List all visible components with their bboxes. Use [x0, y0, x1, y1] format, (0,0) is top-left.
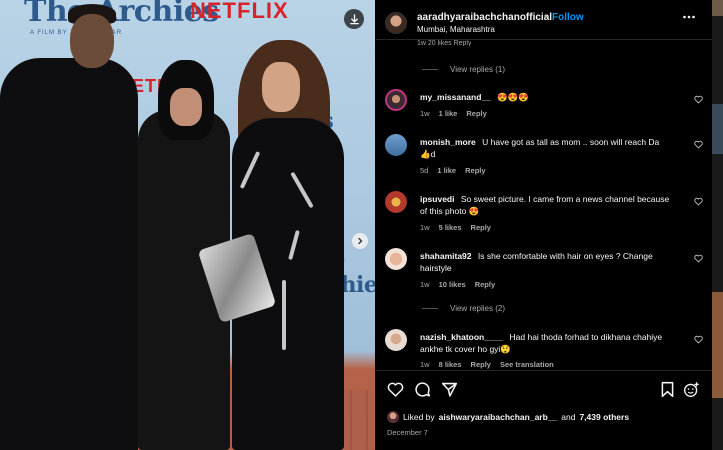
- liked-by-and: and: [561, 412, 576, 422]
- heart-icon: [387, 382, 403, 397]
- comment-like-button[interactable]: [694, 254, 703, 265]
- comment-likes[interactable]: 10 likes: [439, 280, 466, 289]
- person-middle-face: [170, 88, 202, 126]
- post-date[interactable]: December 7: [387, 428, 428, 437]
- backdrop-brand: NETFLIX: [190, 0, 289, 23]
- heart-icon: [694, 254, 703, 263]
- send-icon: [441, 382, 457, 397]
- comment-likes[interactable]: 1 like: [437, 166, 456, 175]
- bookmark-icon: [661, 381, 673, 397]
- comment-time[interactable]: 1w: [420, 280, 430, 289]
- comment-like-button[interactable]: [694, 95, 703, 106]
- comment-time[interactable]: 5d: [420, 166, 428, 175]
- comment-time[interactable]: 1w: [420, 109, 430, 118]
- person-right-face: [262, 62, 300, 112]
- comment-likes[interactable]: 5 likes: [439, 223, 462, 232]
- comment-like-button[interactable]: [694, 335, 703, 346]
- view-replies-button[interactable]: View replies (1): [422, 65, 505, 74]
- liked-by-user[interactable]: aishwaryaraibachchan_arb__: [439, 412, 558, 422]
- save-button[interactable]: [658, 380, 676, 398]
- next-post-preview[interactable]: [712, 0, 723, 450]
- comment-like-button[interactable]: [694, 140, 703, 151]
- download-icon: [349, 13, 359, 24]
- comment-username[interactable]: ipsuvedi: [420, 194, 454, 204]
- comment-icon: [414, 381, 430, 397]
- more-options-button[interactable]: [682, 10, 696, 27]
- heart-icon: [694, 335, 703, 344]
- download-button[interactable]: [344, 9, 364, 29]
- comment-username[interactable]: my_missanand__: [420, 92, 491, 102]
- comment-text: So sweet picture. I came from a news cha…: [420, 194, 670, 216]
- divider: [376, 370, 712, 371]
- comment-meta: 1w 5 likes Reply: [420, 223, 491, 232]
- header-username[interactable]: aaradhyaraibachchanofficial: [417, 12, 552, 23]
- comment-likes[interactable]: 1 like: [439, 109, 458, 118]
- comment-username[interactable]: shahamita92: [420, 251, 472, 261]
- comment-body: my_missanand__ 😍😍😍: [420, 91, 670, 103]
- comment-meta: 5d 1 like Reply: [420, 166, 486, 175]
- comment-button[interactable]: [413, 380, 431, 398]
- liked-by-prefix: Liked by: [403, 412, 435, 422]
- view-replies-label: View replies (2): [450, 304, 505, 313]
- reply-line: [422, 308, 438, 309]
- reply-button[interactable]: Reply: [471, 223, 491, 232]
- avatar[interactable]: [385, 134, 407, 156]
- comment-body: nazish_khatoon____ Had hai thoda forhad …: [420, 331, 670, 355]
- comment-body: shahamita92 Is she comfortable with hair…: [420, 250, 670, 274]
- heart-icon: [694, 95, 703, 104]
- more-horizontal-icon: [683, 15, 695, 19]
- heart-icon: [694, 197, 703, 206]
- comment-time[interactable]: 1w: [420, 360, 430, 369]
- preview-thumb: [712, 0, 723, 16]
- person-left-face: [70, 14, 114, 68]
- post-photo[interactable]: The Archies A FILM BY ZOYA AKHTAR NETFLI…: [0, 0, 375, 450]
- avatar[interactable]: [385, 191, 407, 213]
- avatar[interactable]: [387, 411, 399, 423]
- embroidery: [282, 280, 286, 350]
- reply-button[interactable]: Reply: [465, 166, 485, 175]
- comment-meta: 1w 10 likes Reply: [420, 280, 495, 289]
- comment-username[interactable]: nazish_khatoon____: [420, 332, 503, 342]
- comment-text: 😍😍😍: [497, 92, 530, 102]
- partial-comment-meta: 1w 20 likes Reply: [417, 40, 472, 46]
- reply-button[interactable]: Reply: [466, 109, 486, 118]
- avatar[interactable]: [385, 12, 407, 34]
- smile-plus-icon: [683, 381, 699, 397]
- reply-button[interactable]: Reply: [471, 360, 491, 369]
- preview-thumb: [712, 292, 723, 398]
- avatar[interactable]: [385, 329, 407, 351]
- comment-meta: 1w 1 like Reply: [420, 109, 487, 118]
- like-button[interactable]: [386, 380, 404, 398]
- comment-likes[interactable]: 8 likes: [439, 360, 462, 369]
- next-photo-button[interactable]: [352, 233, 368, 249]
- view-replies-label: View replies (1): [450, 65, 505, 74]
- liked-by: Liked by aishwaryaraibachchan_arb__ and …: [387, 411, 629, 423]
- separator-dot: •: [544, 12, 548, 23]
- likes-count[interactable]: 7,439 others: [579, 412, 629, 422]
- comment-like-button[interactable]: [694, 197, 703, 208]
- view-replies-button[interactable]: View replies (2): [422, 304, 505, 313]
- comment-meta: 1w 8 likes Reply See translation: [420, 360, 554, 369]
- comment-body: monish_more U have got as tall as mom ..…: [420, 136, 670, 160]
- heart-icon: [694, 140, 703, 149]
- comment-username[interactable]: monish_more: [420, 137, 476, 147]
- see-translation-button[interactable]: See translation: [500, 360, 554, 369]
- comments-panel: aaradhyaraibachchanofficial • Follow Mum…: [376, 0, 712, 450]
- avatar[interactable]: [385, 89, 407, 111]
- chevron-right-icon: [358, 237, 363, 245]
- share-button[interactable]: [440, 380, 458, 398]
- comment-body: ipsuvedi So sweet picture. I came from a…: [420, 193, 670, 217]
- location-link[interactable]: Mumbai, Maharashtra: [417, 25, 495, 34]
- action-bar: [376, 380, 712, 402]
- person-left: [0, 58, 138, 450]
- post-header: aaradhyaraibachchanofficial • Follow Mum…: [376, 8, 712, 38]
- reply-button[interactable]: Reply: [475, 280, 495, 289]
- reply-line: [422, 69, 438, 70]
- follow-button[interactable]: Follow: [552, 12, 584, 23]
- preview-thumb: [712, 104, 723, 154]
- avatar[interactable]: [385, 248, 407, 270]
- comment-time[interactable]: 1w: [420, 223, 430, 232]
- emoji-reaction-button[interactable]: [682, 380, 700, 398]
